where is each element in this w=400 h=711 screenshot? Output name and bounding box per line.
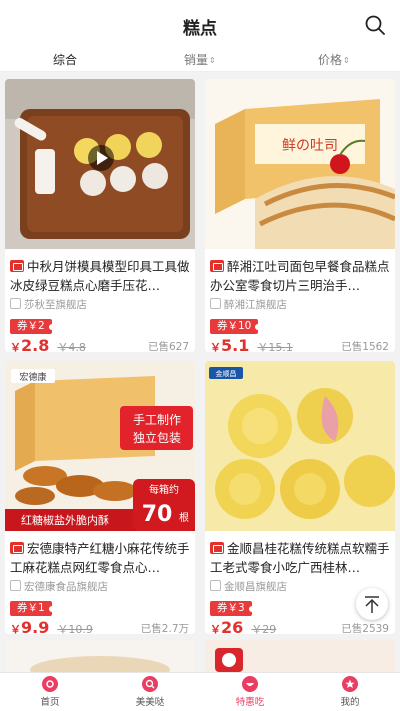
- coupon-badge: 券￥2: [10, 319, 55, 334]
- svg-text:红糖椒盐外脆内酥: 红糖椒盐外脆内酥: [21, 513, 109, 527]
- product-image: 宏德康 手工制作 独立包装 红糖椒盐外脆内酥 每箱约 70 根: [5, 361, 195, 531]
- sold-count: 已售2539: [341, 623, 389, 634]
- product-card[interactable]: 鲜の吐司 醉湘江吐司面包早餐食品糕点办公室零食切片三明治手… 醉湘江旗舰店 券￥…: [205, 79, 395, 352]
- product-card[interactable]: 中秋月饼模具模型印具工具做冰皮绿豆糕点心磨手压花… 莎秋至旗舰店 券￥2 ￥2.…: [5, 79, 195, 352]
- page-title: 糕点: [183, 19, 217, 39]
- star-icon: [342, 676, 358, 692]
- tmall-badge-icon: [210, 260, 224, 272]
- original-price: ￥29: [251, 623, 277, 634]
- product-image: 鲜の吐司: [205, 79, 395, 249]
- store-icon: [210, 580, 221, 591]
- tab-home[interactable]: 首页: [15, 676, 85, 708]
- store-icon: [10, 298, 21, 309]
- tmall-badge-icon: [210, 542, 224, 554]
- tmall-badge-icon: [10, 542, 24, 554]
- coupon-badge: 券￥1: [10, 601, 55, 616]
- product-name: 中秋月饼模具模型印具工具做冰皮绿豆糕点心磨手压花…: [10, 259, 190, 293]
- top-nav-bar: 糕点: [0, 0, 400, 48]
- svg-text:宏德康: 宏德康: [19, 371, 46, 383]
- store-name: 醉湘江旗舰店: [210, 297, 287, 311]
- sort-arrows-icon: ⇕: [343, 56, 350, 65]
- bowl-icon: [242, 676, 258, 692]
- sold-count: 已售2.7万: [140, 623, 189, 634]
- sold-count: 已售1562: [341, 341, 389, 352]
- tab-me[interactable]: 我的: [315, 676, 385, 708]
- svg-text:手工制作: 手工制作: [133, 413, 181, 427]
- search-icon: [142, 676, 158, 692]
- store-icon: [210, 298, 221, 309]
- tmall-badge-icon: [10, 260, 24, 272]
- product-card[interactable]: [205, 640, 395, 672]
- sort-price-button[interactable]: 价格⇕: [318, 51, 350, 68]
- sold-count: 已售627: [147, 341, 189, 352]
- coupon-badge: 券￥3: [210, 601, 255, 616]
- home-icon: [42, 676, 58, 692]
- product-name: 醉湘江吐司面包早餐食品糕点办公室零食切片三明治手…: [210, 259, 390, 293]
- original-price: ￥4.8: [57, 341, 86, 352]
- back-to-top-button[interactable]: [356, 588, 388, 620]
- product-price: ￥9.9 ￥10.9: [10, 618, 93, 634]
- product-name: 宏德康特产红糖小麻花传统手工麻花糕点网红零食点心…: [10, 541, 190, 575]
- tab-meimeida[interactable]: 美美哒: [115, 676, 185, 708]
- store-name: 莎秋至旗舰店: [10, 297, 87, 311]
- store-name: 金顺昌旗舰店: [210, 579, 287, 593]
- svg-text:70: 70: [142, 502, 173, 527]
- svg-text:金顺昌: 金顺昌: [216, 369, 237, 378]
- store-name: 宏德康食品旗舰店: [10, 579, 108, 593]
- original-price: ￥15.1: [257, 341, 293, 352]
- store-icon: [10, 580, 21, 591]
- sort-sales-button[interactable]: 销量⇕: [184, 51, 216, 68]
- product-price: ￥26 ￥29: [210, 618, 277, 634]
- svg-text:每箱约: 每箱约: [149, 483, 179, 496]
- svg-text:根: 根: [179, 511, 189, 524]
- product-card[interactable]: 宏德康 手工制作 独立包装 红糖椒盐外脆内酥 每箱约 70 根 宏德康特产红糖小…: [5, 361, 195, 634]
- product-name: 金顺昌桂花糕传统糕点软糯手工老式零食小吃广西桂林…: [210, 541, 390, 575]
- product-image: [5, 79, 195, 249]
- product-price: ￥2.8 ￥4.8: [10, 336, 86, 352]
- arrow-up-icon: [365, 596, 379, 613]
- tab-special-deals[interactable]: 特惠吃: [215, 676, 285, 708]
- product-image: [205, 640, 395, 672]
- search-icon[interactable]: [364, 14, 386, 36]
- sort-comprehensive-button[interactable]: 综合: [53, 51, 77, 68]
- svg-text:独立包装: 独立包装: [133, 430, 181, 445]
- sort-arrows-icon: ⇕: [209, 56, 216, 65]
- coupon-badge: 券￥10: [210, 319, 262, 334]
- original-price: ￥10.9: [57, 623, 93, 634]
- product-price: ￥5.1 ￥15.1: [210, 336, 293, 352]
- product-image: [5, 640, 195, 672]
- box-label: 鲜の吐司: [282, 138, 338, 154]
- sort-bar: 综合 销量⇕ 价格⇕: [0, 48, 400, 72]
- bottom-tab-bar: 首页 美美哒 特惠吃 我的: [0, 672, 400, 711]
- product-image: 金顺昌: [205, 361, 395, 531]
- product-card[interactable]: [5, 640, 195, 672]
